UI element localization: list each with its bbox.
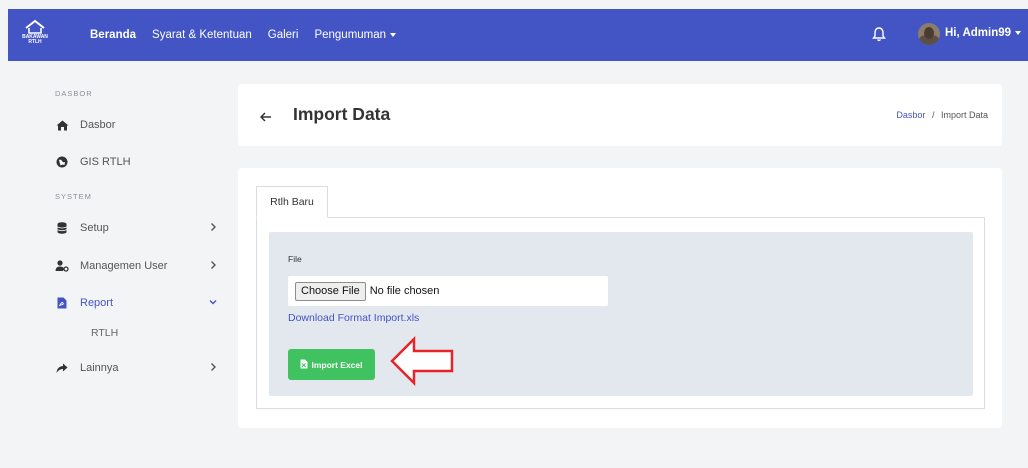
nav-pengumuman[interactable]: Pengumuman xyxy=(314,29,397,41)
sidebar-item-label: Managemen User xyxy=(80,260,168,272)
sidebar-item-report[interactable]: Report xyxy=(55,293,225,313)
nav-beranda[interactable]: Beranda xyxy=(90,29,136,41)
sidebar-heading-system: SYSTEM xyxy=(55,192,92,201)
caret-down-icon xyxy=(390,32,397,37)
import-form: File Choose File No file chosen Download… xyxy=(269,232,973,396)
sidebar-item-gis-rtlh[interactable]: GIS RTLH xyxy=(55,152,225,172)
sidebar-item-label: Dasbor xyxy=(80,119,116,131)
nav-syarat-ketentuan[interactable]: Syarat & Ketentuan xyxy=(152,29,252,41)
file-input[interactable]: Choose File No file chosen xyxy=(288,276,608,306)
sidebar-item-label: Report xyxy=(80,297,114,309)
chevron-right-icon xyxy=(208,260,218,270)
sidebar-subitem-rtlh[interactable]: RTLH xyxy=(91,327,118,339)
sidebar-heading-dasbor: DASBOR xyxy=(55,89,93,98)
sidebar-item-label: Lainnya xyxy=(80,362,119,374)
user-name-label: Hi, Admin99 xyxy=(945,27,1012,39)
globe-icon xyxy=(55,156,69,168)
nav-links: Beranda Syarat & Ketentuan Galeri Pengum… xyxy=(90,9,412,61)
top-navbar: BAKAWAN RTLH Beranda Syarat & Ketentuan … xyxy=(8,9,1028,61)
sidebar-item-lainnya[interactable]: Lainnya xyxy=(55,358,225,378)
nav-galeri[interactable]: Galeri xyxy=(268,29,299,41)
user-caret-down-icon xyxy=(1015,30,1022,35)
chevron-right-icon xyxy=(208,362,218,372)
home-icon xyxy=(55,119,69,131)
choose-file-button[interactable]: Choose File xyxy=(295,281,366,301)
breadcrumb-current: Import Data xyxy=(940,110,988,120)
page-header-card: Import Data Dasbor / Import Data xyxy=(238,84,1002,146)
file-status: No file chosen xyxy=(369,285,440,297)
nav-pengumuman-label: Pengumuman xyxy=(314,29,387,41)
chevron-down-icon xyxy=(208,297,218,307)
annotation-arrow-icon xyxy=(390,335,454,387)
file-excel-icon xyxy=(300,359,308,371)
tab-rtlh-baru[interactable]: Rtlh Baru xyxy=(256,186,328,218)
sidebar-item-managemen-user[interactable]: Managemen User xyxy=(55,256,225,276)
share-arrow-icon xyxy=(55,362,69,374)
tab-panel: File Choose File No file chosen Download… xyxy=(256,217,985,409)
sidebar-item-label: Setup xyxy=(80,222,109,234)
download-format-link[interactable]: Download Format Import.xls xyxy=(288,312,419,324)
page-title: Import Data xyxy=(293,104,391,124)
user-cog-icon xyxy=(55,260,69,272)
bell-icon[interactable] xyxy=(872,26,886,42)
avatar[interactable] xyxy=(918,23,940,45)
file-label: File xyxy=(288,254,302,264)
sidebar-item-setup[interactable]: Setup xyxy=(55,218,225,238)
sidebar-item-label: GIS RTLH xyxy=(80,156,131,168)
sidebar: DASBOR Dasbor GIS RTLH SYSTEM Setup Mana… xyxy=(0,61,228,468)
breadcrumb-dasbor[interactable]: Dasbor xyxy=(896,110,925,120)
import-excel-label: Import Excel xyxy=(311,359,363,370)
chevron-right-icon xyxy=(208,222,218,232)
file-pdf-icon xyxy=(55,297,69,309)
logo-text-line-2: RTLH xyxy=(28,39,42,45)
back-arrow-icon[interactable] xyxy=(259,109,272,122)
logo-text: BAKAWAN RTLH xyxy=(21,35,49,45)
database-icon xyxy=(55,222,69,234)
user-menu[interactable]: Hi, Admin99 xyxy=(945,27,1022,39)
import-excel-button[interactable]: Import Excel xyxy=(288,349,375,380)
breadcrumb-separator: / xyxy=(931,110,935,120)
import-card: Rtlh Baru File Choose File No file chose… xyxy=(238,168,1002,428)
breadcrumb: Dasbor / Import Data xyxy=(896,110,988,120)
sidebar-item-dasbor[interactable]: Dasbor xyxy=(55,115,225,135)
